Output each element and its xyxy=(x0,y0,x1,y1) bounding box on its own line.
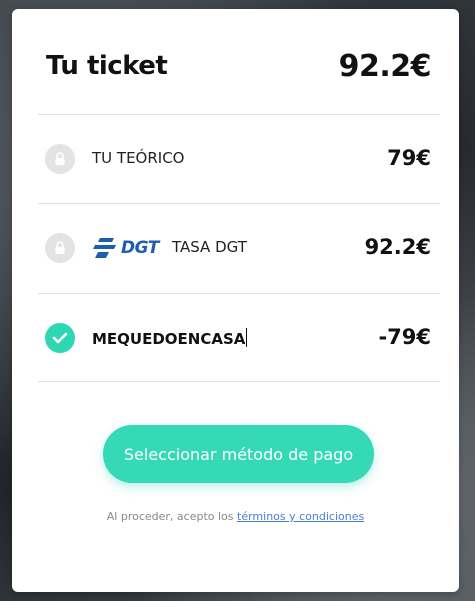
check-icon xyxy=(45,323,75,353)
ticket-item-teorico: TU TEÓRICO 79€ xyxy=(12,115,459,203)
item-label: TASA DGT xyxy=(172,238,247,256)
lock-icon xyxy=(45,144,75,174)
item-amount: -79€ xyxy=(378,325,431,349)
page-title: Tu ticket xyxy=(46,51,168,81)
discount-code-value: MEQUEDOENCASA xyxy=(92,330,246,348)
ticket-total: 92.2€ xyxy=(338,49,432,84)
item-label: TU TEÓRICO xyxy=(92,149,185,167)
divider xyxy=(38,381,440,382)
terms-prefix: Al proceder, acepto los xyxy=(106,510,234,523)
terms-text: Al proceder, acepto los términos y condi… xyxy=(12,510,459,523)
dgt-logo: DGT xyxy=(92,236,159,260)
item-amount: 79€ xyxy=(387,146,431,170)
ticket-item-tasa-dgt: DGT TASA DGT 92.2€ xyxy=(12,204,459,292)
item-amount: 92.2€ xyxy=(364,235,431,259)
lock-icon xyxy=(45,233,75,263)
terms-link[interactable]: términos y condiciones xyxy=(237,510,364,523)
discount-code-input[interactable]: MEQUEDOENCASA xyxy=(92,328,248,348)
ticket-header: Tu ticket 92.2€ xyxy=(12,9,459,114)
ticket-card: Tu ticket 92.2€ TU TEÓRICO 79€ DGT TASA … xyxy=(12,9,459,592)
dgt-logo-icon xyxy=(93,238,116,258)
text-caret xyxy=(246,328,248,347)
select-payment-method-button[interactable]: Seleccionar método de pago xyxy=(103,425,374,483)
dgt-logo-text: DGT xyxy=(121,238,159,258)
ticket-item-discount: MEQUEDOENCASA -79€ xyxy=(12,294,459,382)
